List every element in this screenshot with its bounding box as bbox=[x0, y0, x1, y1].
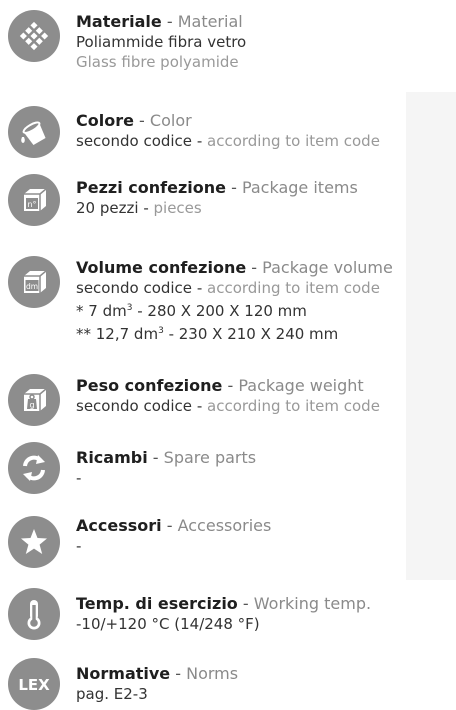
spec-title: Volume confezione - Package volume bbox=[76, 258, 393, 277]
lex-icon: LEX bbox=[8, 658, 60, 710]
spec-value: secondo codice - according to item code bbox=[76, 397, 380, 415]
spec-value: - bbox=[76, 469, 82, 487]
spec-value: secondo codice - according to item code bbox=[76, 279, 380, 297]
spec-value: - bbox=[76, 537, 82, 555]
spec-volume-1: * 7 dm3 - 280 X 200 X 120 mm bbox=[76, 302, 307, 320]
spec-value: 20 pezzi - pieces bbox=[76, 199, 202, 217]
spec-title: Ricambi - Spare parts bbox=[76, 448, 257, 467]
spec-title: Normative - Norms bbox=[76, 664, 239, 683]
spec-value: pag. E2-3 bbox=[76, 685, 148, 703]
spec-title: Materiale - Material bbox=[76, 12, 243, 31]
icon-label: g bbox=[29, 401, 34, 410]
diamond-grid-icon bbox=[8, 10, 60, 62]
icon-label: LEX bbox=[18, 676, 50, 694]
spec-title: Accessori - Accessories bbox=[76, 516, 272, 535]
icon-label: dm bbox=[26, 282, 38, 291]
spec-value-en: Glass fibre polyamide bbox=[76, 53, 239, 71]
icon-label: n° bbox=[27, 200, 36, 209]
box-pieces-icon: n° bbox=[8, 174, 60, 226]
paint-bucket-icon bbox=[8, 106, 60, 158]
spec-title: Pezzi confezione - Package items bbox=[76, 178, 358, 197]
thermometer-icon bbox=[8, 588, 60, 640]
box-volume-icon: dm bbox=[8, 256, 60, 308]
star-icon bbox=[8, 516, 60, 568]
spec-value: Poliammide fibra vetro bbox=[76, 33, 247, 51]
spec-volume-2: ** 12,7 dm3 - 230 X 210 X 240 mm bbox=[76, 325, 339, 343]
spec-title: Colore - Color bbox=[76, 111, 192, 130]
refresh-arrows-icon bbox=[8, 442, 60, 494]
spec-title: Peso confezione - Package weight bbox=[76, 376, 364, 395]
spec-value: secondo codice - according to item code bbox=[76, 132, 380, 150]
weight-scale-icon: g bbox=[8, 374, 60, 426]
spec-title: Temp. di esercizio - Working temp. bbox=[76, 594, 372, 613]
spec-value: -10/+120 °C (14/248 °F) bbox=[76, 615, 260, 633]
